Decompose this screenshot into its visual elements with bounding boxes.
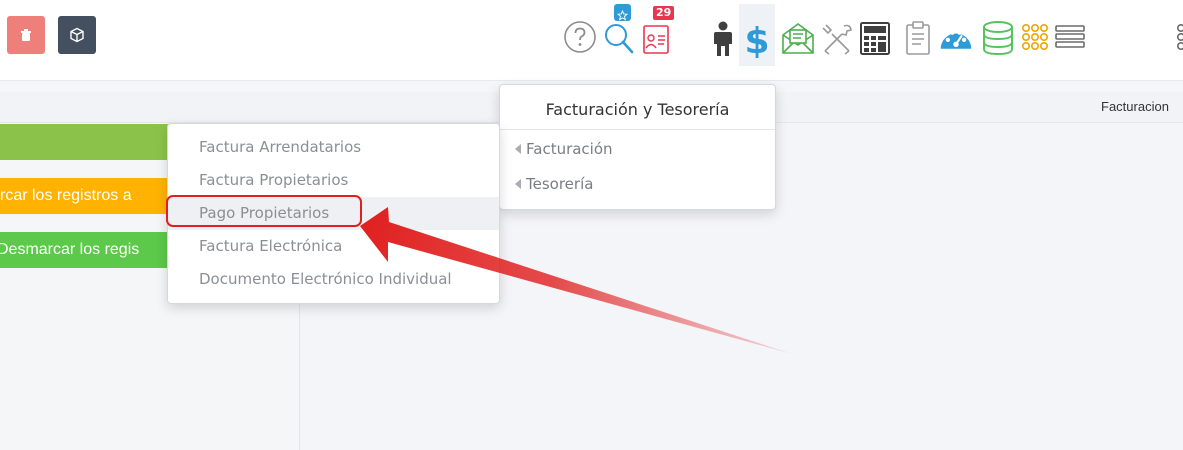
svg-text:$: $ — [744, 21, 769, 58]
modules-button[interactable] — [1017, 14, 1053, 66]
menu-title: Facturación y Tesorería — [500, 85, 775, 130]
grid-dots-icon — [1021, 24, 1048, 50]
more-dots-icon — [1177, 24, 1183, 50]
help-icon — [564, 21, 596, 53]
clipboard-icon — [906, 21, 930, 55]
clipboard-button[interactable] — [900, 14, 936, 66]
help-button[interactable] — [562, 14, 598, 66]
unmark-records-label: Desmarcar los regis — [0, 241, 140, 258]
caret-left-icon — [515, 178, 521, 189]
billing-treasury-menu: Facturación y Tesorería Facturación Teso… — [499, 84, 776, 210]
mail-button[interactable] — [780, 14, 816, 66]
highlight-callout — [166, 195, 362, 227]
mail-open-icon — [782, 23, 814, 54]
billing-treasury-button[interactable]: $ — [739, 4, 775, 66]
calculator-icon — [860, 22, 890, 55]
cube-icon — [70, 27, 84, 43]
dollar-icon: $ — [744, 21, 769, 58]
tools-button[interactable] — [819, 14, 855, 66]
person-button[interactable] — [705, 14, 741, 66]
database-button[interactable] — [980, 14, 1016, 66]
menu-item-label: Tesorería — [526, 175, 594, 193]
star-icon — [617, 10, 628, 21]
list-button[interactable] — [1052, 14, 1088, 66]
calendar-contact-icon — [643, 25, 669, 54]
calendar-badge: 29 — [653, 6, 675, 20]
database-icon — [983, 21, 1013, 56]
submenu-item-factura-arrendatarios[interactable]: Factura Arrendatarios — [168, 131, 499, 164]
trash-icon — [21, 29, 31, 41]
submenu-item-documento-electronico[interactable]: Documento Electrónico Individual — [168, 263, 499, 296]
tools-icon — [822, 24, 852, 55]
dashboard-button[interactable] — [938, 14, 974, 66]
mark-records-label: rcar los registros a — [0, 187, 132, 204]
top-toolbar: 29 $ — [0, 0, 1183, 81]
submenu-item-factura-electronica[interactable]: Factura Electrónica — [168, 230, 499, 263]
person-icon — [714, 21, 732, 56]
star-badge — [614, 4, 631, 21]
delete-button[interactable] — [7, 16, 45, 54]
breadcrumb-text: Facturacion — [1101, 99, 1169, 114]
menu-item-label: Facturación — [526, 140, 613, 158]
search-icon — [605, 24, 634, 54]
caret-left-icon — [515, 143, 521, 154]
calendar-contact-button[interactable]: 29 — [638, 6, 675, 66]
dashboard-icon — [940, 30, 972, 49]
calculator-button[interactable] — [857, 14, 893, 66]
submenu-item-factura-propietarios[interactable]: Factura Propietarios — [168, 164, 499, 197]
favorites-search-button[interactable] — [601, 4, 637, 66]
menu-item-tesoreria[interactable]: Tesorería — [515, 175, 593, 193]
menu-item-facturacion[interactable]: Facturación — [515, 140, 613, 158]
list-icon — [1055, 25, 1085, 48]
cube-button[interactable] — [58, 16, 96, 54]
more-options-button[interactable] — [1160, 14, 1183, 66]
